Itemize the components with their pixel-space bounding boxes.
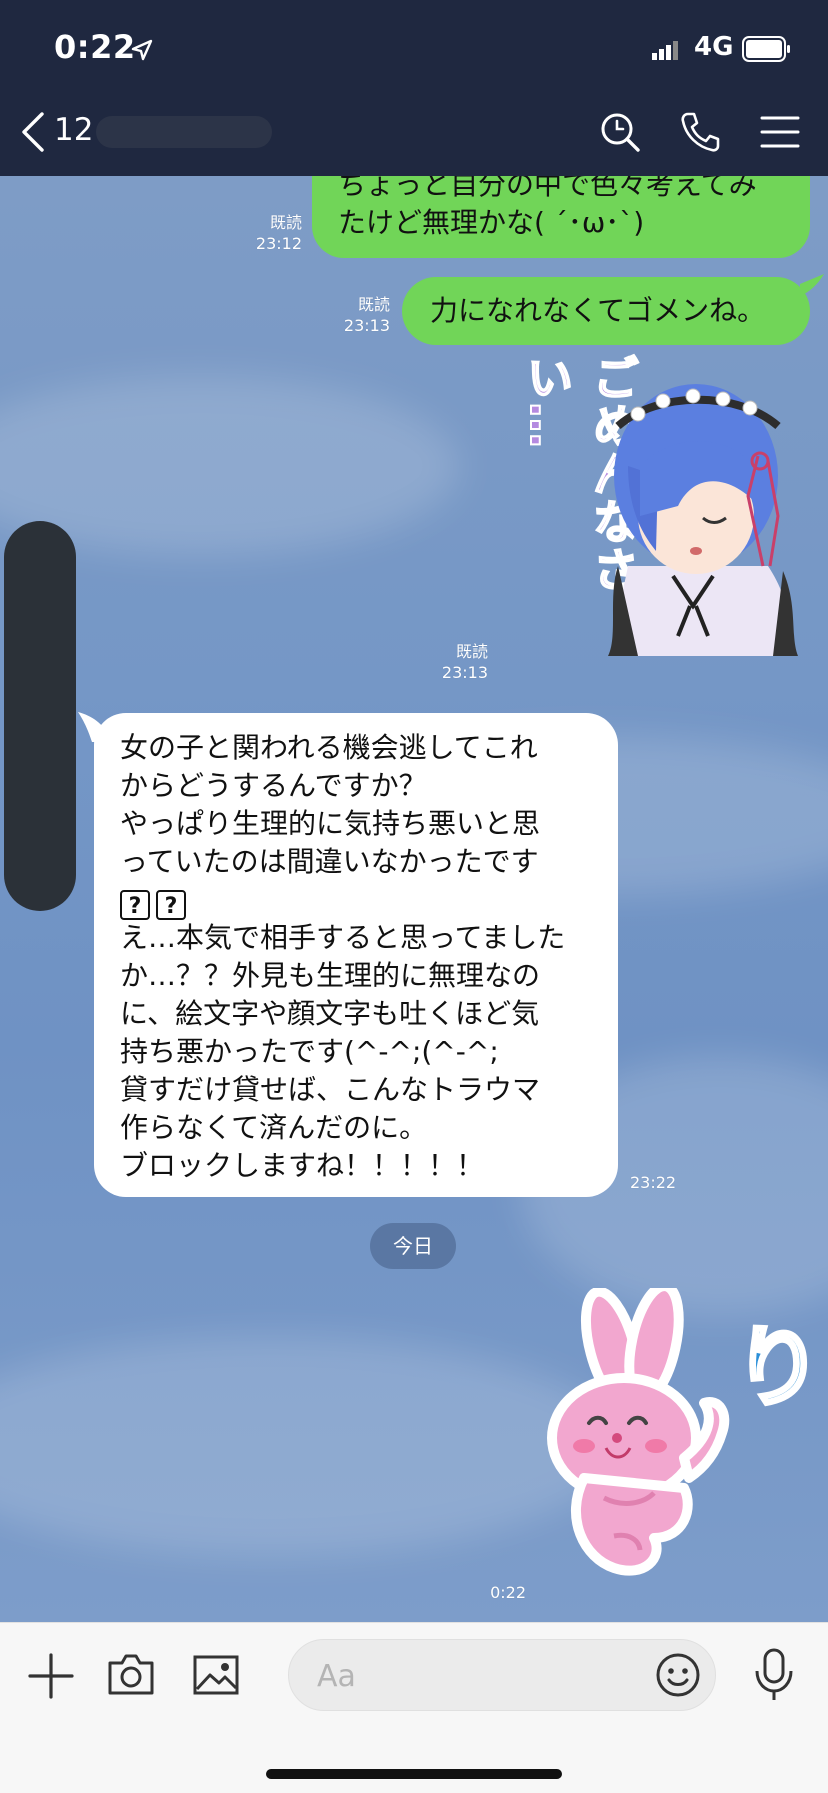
status-time: 0:22 [54,28,136,66]
home-indicator [266,1769,562,1779]
unknown-emoji-icon: ? [120,890,150,920]
back-chevron-icon[interactable] [18,110,48,154]
camera-icon[interactable] [106,1651,156,1697]
image-icon[interactable] [192,1653,240,1697]
signal-icon [652,41,678,60]
message-input-box[interactable] [288,1639,716,1711]
network-type: 4G [694,32,734,62]
battery-icon [742,36,790,62]
read-receipt: 既読 [455,642,488,661]
message-bubble-outgoing[interactable]: ちょっと自分の中で色々考えてみ たけど無理かな( ´･ω･`) [312,176,810,258]
location-arrow-icon [131,39,153,61]
message-time: 0:22 [490,1583,526,1602]
unknown-emoji-icon: ? [156,890,186,920]
search-icon[interactable] [598,110,642,154]
message-text: 力になれなくてゴメンね。 [430,294,766,327]
message-bubble-incoming[interactable]: 女の子と関われる機会逃してこれ からどうするんですか？ やっぱり生理的に気持ち悪… [94,713,618,1197]
unread-count[interactable]: 12 [54,112,93,148]
read-receipt: 既読 [269,213,302,232]
message-time: 23:13 [441,663,488,682]
pink-rabbit-illustration: り [547,1281,824,1576]
menu-icon[interactable] [760,112,800,152]
message-text: 女の子と関われる機会逃してこれ からどうするんですか？ やっぱり生理的に気持ち悪… [120,731,541,878]
message-text: え…本気で相手すると思ってました か…？？外見も生理的に無理なの に、絵文字や顔… [120,921,566,1182]
scrollbar-thumb[interactable] [4,521,76,911]
composer-bar [0,1622,828,1793]
sticker-caption: り [734,1316,814,1419]
plus-icon[interactable] [28,1653,74,1699]
contact-name-redacted [96,116,272,148]
message-bubble-outgoing[interactable]: 力になれなくてゴメンね。 [402,277,810,345]
maid-girl-illustration [608,384,798,656]
message-time: 23:12 [255,234,302,253]
message-meta: 既読 23:13 [320,294,390,336]
message-input[interactable] [315,1654,619,1698]
message-meta: 既読 23:12 [236,212,302,254]
message-text: ちょっと自分の中で色々考えてみ たけど無理かな( ´･ω･`) [338,176,757,239]
message-time: 23:22 [630,1173,677,1192]
phone-icon[interactable] [678,110,722,154]
emoji-row: ?? [120,885,192,923]
microphone-icon[interactable] [752,1647,796,1703]
date-divider: 今日 [370,1223,456,1269]
sticker-rabbit[interactable]: り [544,1281,824,1588]
chat-area[interactable]: 既読 23:12 ちょっと自分の中で色々考えてみ たけど無理かな( ´･ω･`)… [0,176,828,1622]
message-time: 23:13 [343,316,390,335]
sticker-apology[interactable]: ごめんなさい… [508,353,808,666]
read-receipt: 既読 [357,295,390,314]
emoji-icon[interactable] [655,1652,701,1698]
message-meta: 既読 23:13 [420,641,488,683]
chat-header: 0:22 4G 12 [0,0,828,176]
